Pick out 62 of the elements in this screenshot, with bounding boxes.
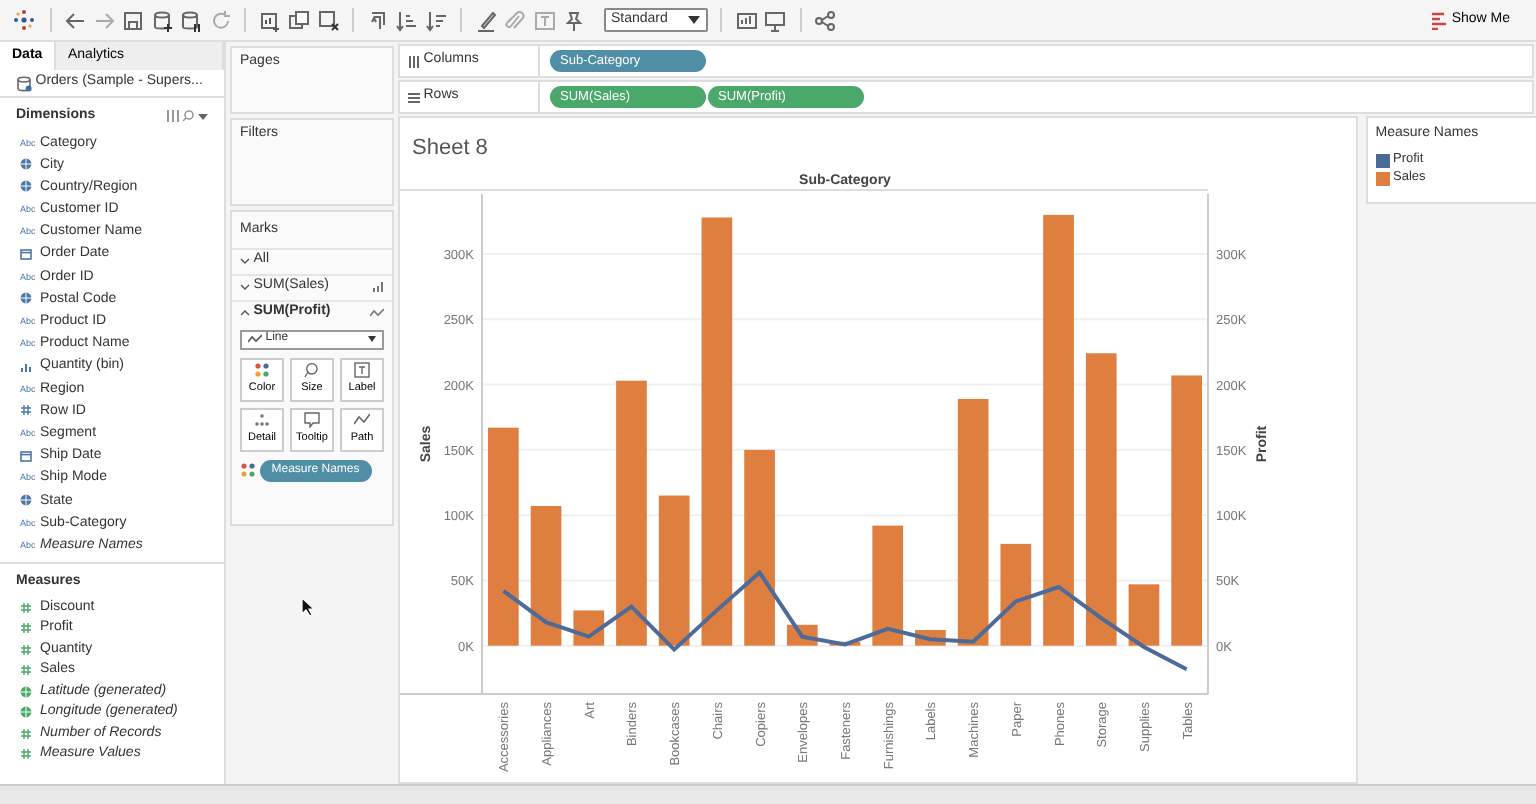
hash-icon [20,748,32,761]
bar [1000,543,1032,646]
highlighter-icon[interactable] [475,9,497,31]
search-icon[interactable] [182,110,195,123]
database-pause-icon[interactable] [180,9,202,31]
back-icon[interactable] [64,9,86,31]
text-label-icon [354,361,370,377]
globe-icon [20,685,32,698]
sort-ascending-icon[interactable] [396,9,418,31]
calendar-icon [20,248,32,261]
hash-icon [20,664,32,677]
size-icon [304,361,320,377]
globe-icon [20,706,32,719]
path-line-icon [354,411,370,427]
cards-icon[interactable] [735,9,757,31]
bar [829,641,861,646]
chart-bars-icon [1432,11,1449,29]
paperclip-icon[interactable] [504,9,526,31]
bar [530,506,562,646]
hash-icon [20,727,32,740]
dropdown-caret-icon [368,336,376,342]
calendar-icon [20,449,32,462]
hash-icon [20,404,32,417]
grid-view-icon[interactable] [165,110,179,123]
chevron-down-icon [240,258,250,264]
cursor-icon [300,596,316,618]
globe-icon [20,292,32,305]
globe-icon [20,180,32,193]
columns-icon [408,55,420,67]
database-icon [16,75,32,91]
hash-icon [20,622,32,635]
color-dots-icon [240,462,256,478]
bar-chart-icon [372,282,384,292]
speech-bubble-icon [304,411,320,427]
rows-icon [408,91,420,103]
save-icon[interactable] [122,9,144,31]
globe-icon [20,158,32,171]
line-chart-icon [370,308,384,318]
chevron-up-icon [240,310,250,316]
bar [1128,584,1160,646]
detail-dots-icon [254,411,270,427]
sheet-title: Sheet 8 [410,134,490,164]
bar [872,525,904,646]
histogram-icon [20,359,32,372]
clear-sheet-icon[interactable] [317,9,339,31]
dropdown-caret-icon[interactable] [198,113,208,120]
hash-icon [20,643,32,656]
database-plus-icon[interactable] [151,9,173,31]
sort-descending-icon[interactable] [425,9,447,31]
new-sheet-icon[interactable] [259,9,281,31]
line-chart-icon [248,334,262,344]
presentation-icon[interactable] [764,9,786,31]
hash-icon [20,601,32,614]
logo-icon[interactable] [12,8,36,32]
duplicate-icon[interactable] [288,9,310,31]
chevron-down-icon [240,284,250,290]
globe-icon [20,494,32,507]
swap-icon[interactable] [367,9,389,31]
color-dots-icon [254,361,270,377]
pin-icon[interactable] [562,9,584,31]
share-icon[interactable] [814,9,836,31]
dropdown-caret-icon [687,16,699,24]
